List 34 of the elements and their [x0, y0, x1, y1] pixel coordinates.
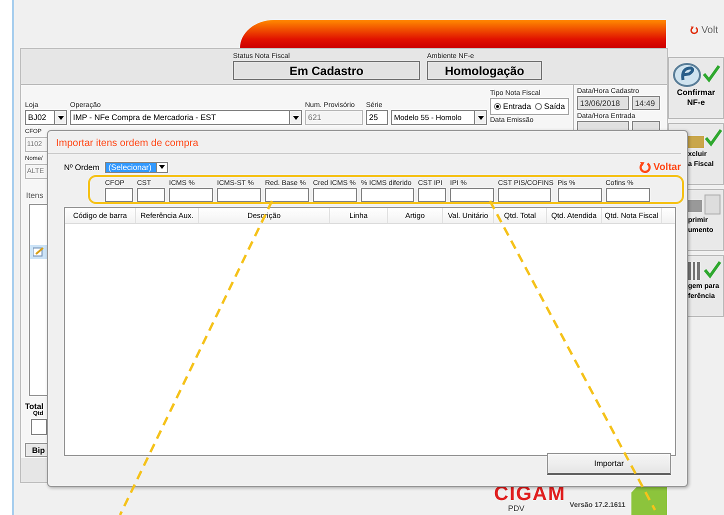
- input-field[interactable]: 621: [305, 110, 363, 125]
- input-field[interactable]: [105, 188, 133, 202]
- import-button[interactable]: Importar: [547, 453, 671, 475]
- radio-option[interactable]: Saída: [535, 102, 565, 111]
- box-check-icon: [688, 126, 722, 150]
- brand-logo: CIGAM: [494, 485, 566, 504]
- order-label: Nº Ordem: [64, 162, 100, 172]
- input-field[interactable]: 25: [366, 110, 388, 125]
- input-field[interactable]: [418, 188, 446, 202]
- input-field[interactable]: [169, 188, 213, 202]
- status-value: Em Cadastro: [233, 61, 420, 80]
- input-field[interactable]: [217, 188, 261, 202]
- notepad-icon: [33, 247, 44, 257]
- back-button[interactable]: Volt: [668, 23, 724, 37]
- radio-option[interactable]: Entrada: [494, 102, 532, 111]
- input-field[interactable]: [498, 188, 551, 202]
- refresh-icon: [639, 161, 652, 173]
- product-name: PDV: [508, 504, 524, 513]
- input-field[interactable]: [450, 188, 494, 202]
- input-field[interactable]: [558, 188, 602, 202]
- date-field: 13/06/2018: [576, 96, 629, 110]
- input-field[interactable]: [313, 188, 357, 202]
- side-action-button[interactable]: Confirmar NF-e: [668, 57, 724, 119]
- input-field[interactable]: [265, 188, 309, 202]
- time-field: 14:49: [632, 96, 660, 110]
- input-field[interactable]: [361, 188, 414, 202]
- input-field[interactable]: [137, 188, 165, 202]
- status-value: Homologação: [427, 61, 542, 80]
- total-label: Total: [25, 402, 45, 411]
- barcode-check-icon: [688, 258, 722, 282]
- input-field[interactable]: [606, 188, 650, 202]
- refresh-icon: [690, 24, 698, 36]
- nfe-logo-check-icon: [671, 60, 721, 88]
- dialog-title: Importar itens ordem de compra: [48, 131, 681, 154]
